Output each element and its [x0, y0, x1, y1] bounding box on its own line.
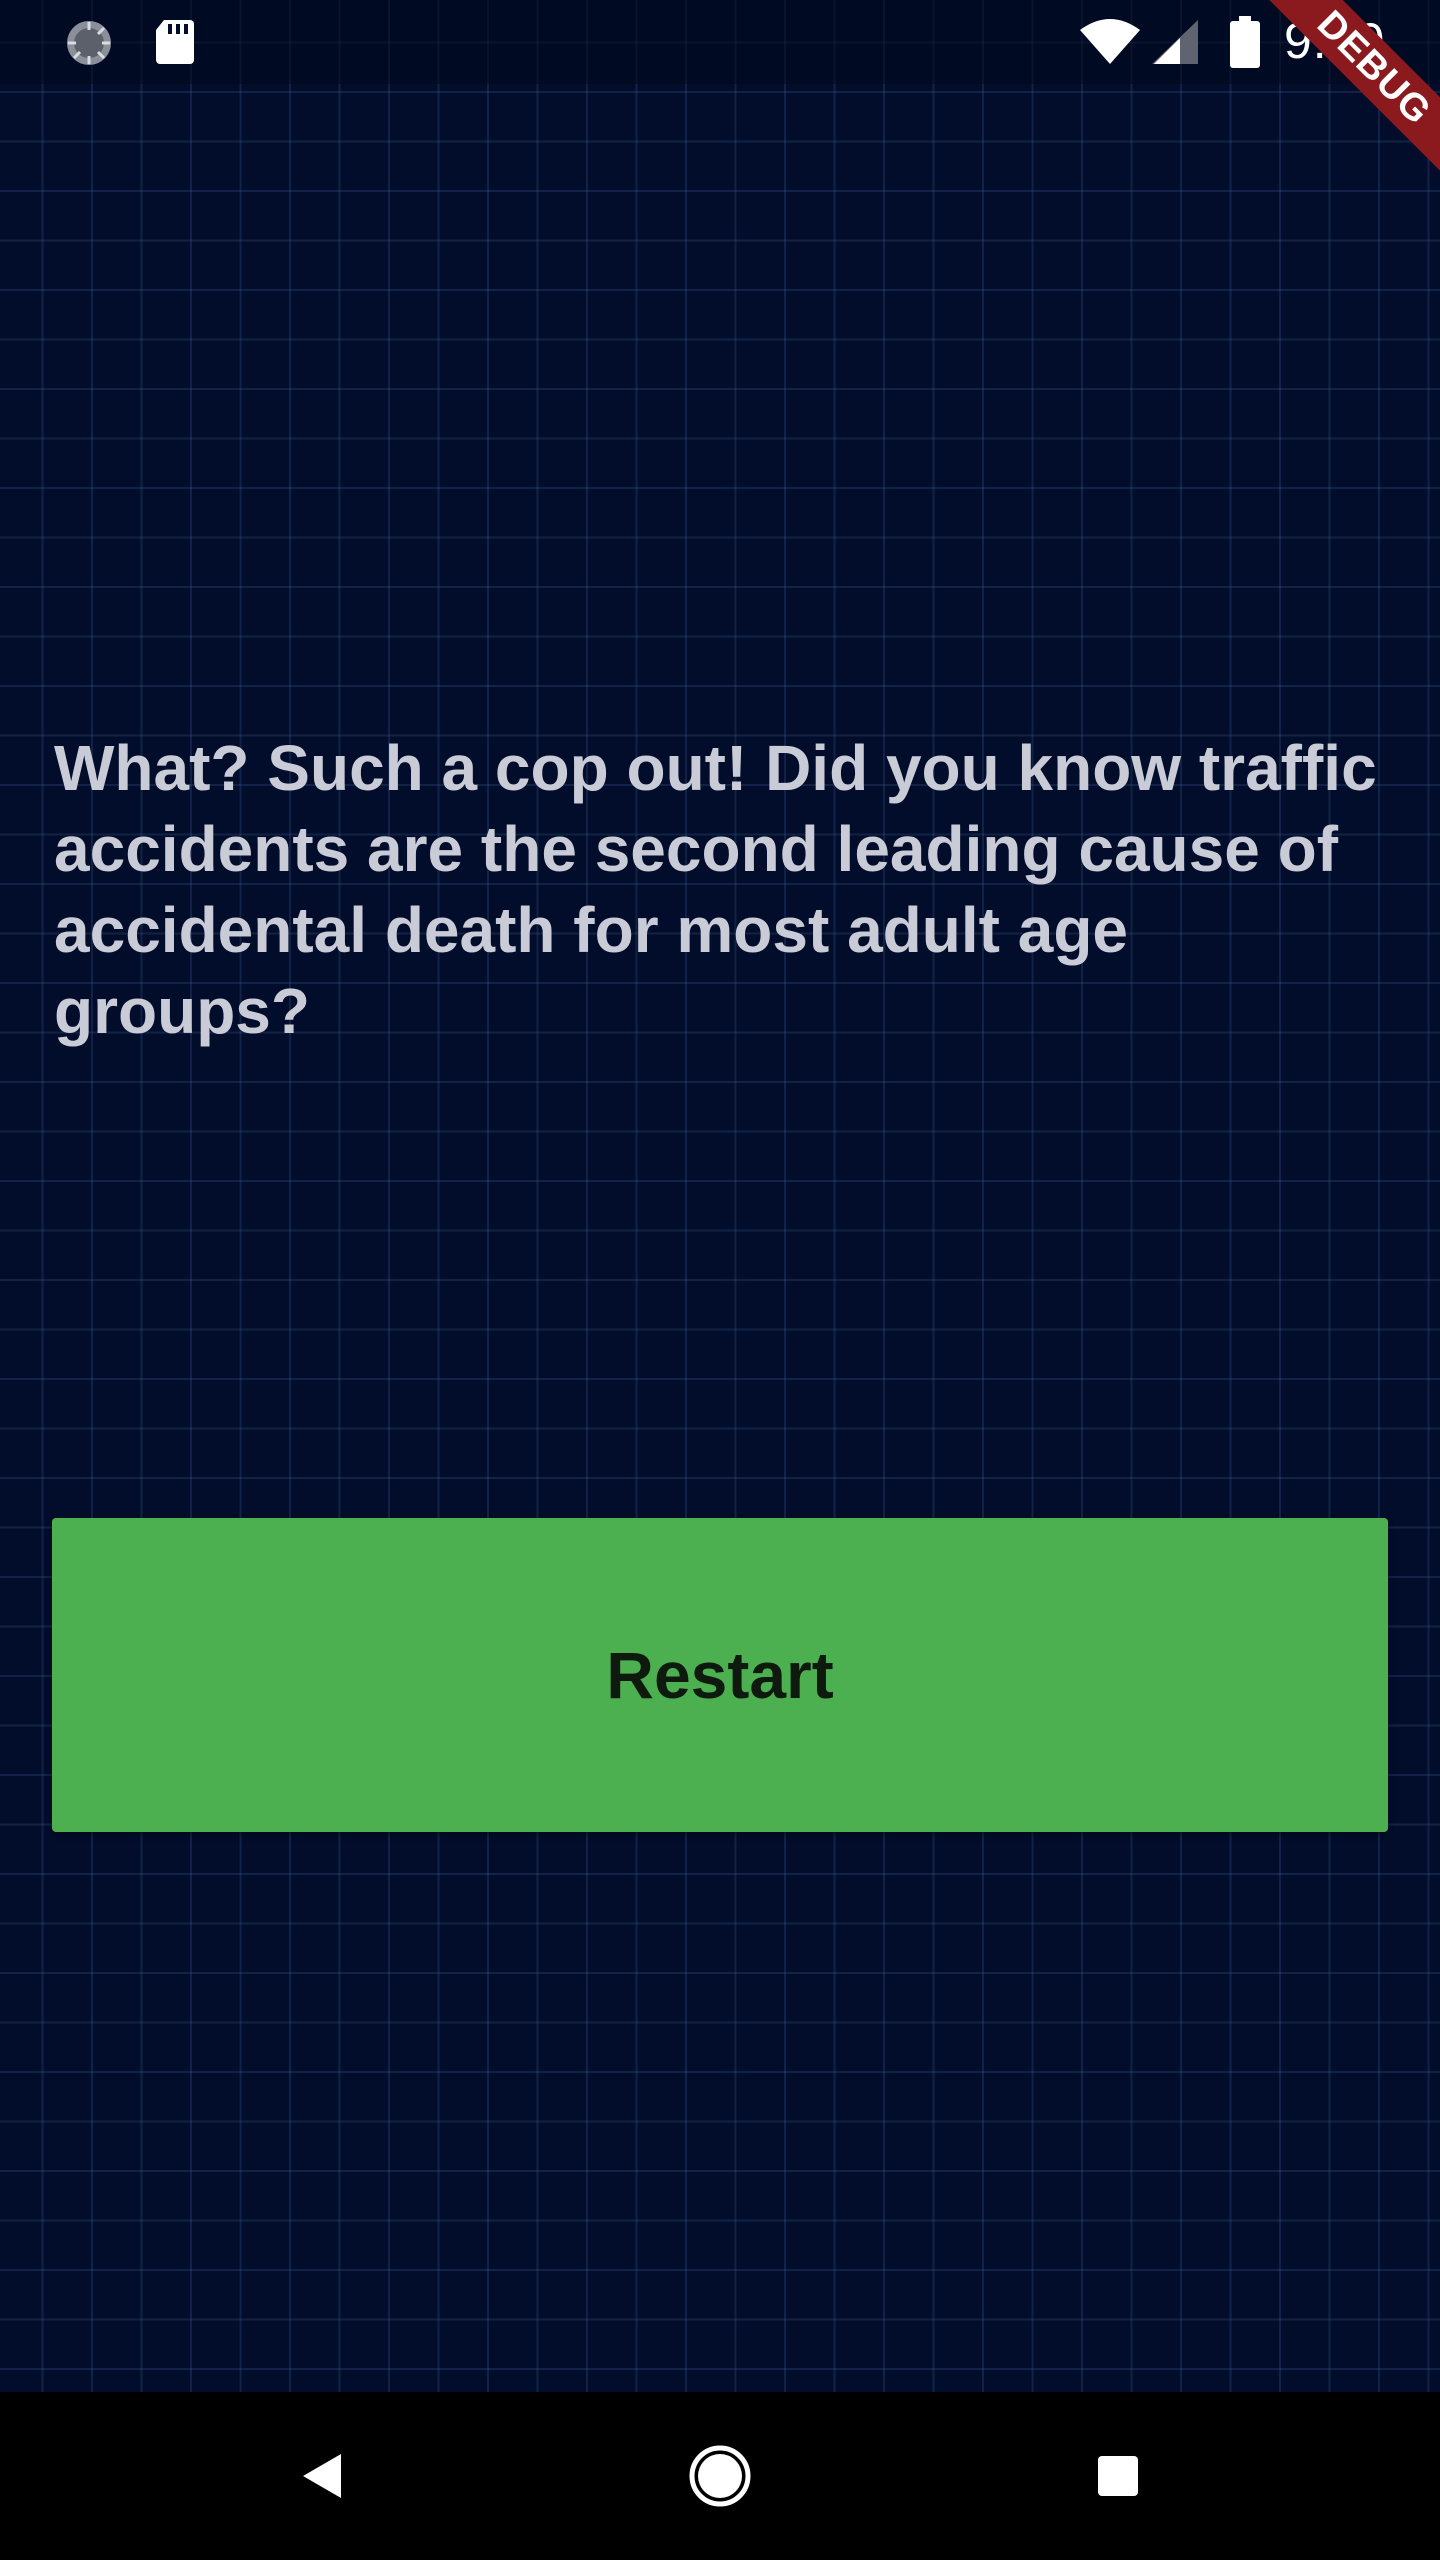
status-bar: 9:10: [0, 0, 1440, 84]
sd-card-icon: [154, 18, 196, 66]
app-screen: 9:10 DEBUG What? Such a cop out! Did you…: [0, 0, 1440, 2560]
battery-icon: [1230, 16, 1260, 68]
story-message: What? Such a cop out! Did you know traff…: [54, 732, 1377, 1047]
loading-icon: [64, 18, 114, 68]
recents-icon[interactable]: [1078, 2436, 1158, 2516]
restart-button[interactable]: Restart: [52, 1518, 1388, 1832]
back-icon[interactable]: [282, 2436, 362, 2516]
wifi-icon: [1078, 18, 1142, 66]
cell-signal-icon: [1150, 18, 1200, 66]
navigation-bar: [0, 2392, 1440, 2560]
home-icon[interactable]: [680, 2436, 760, 2516]
status-time: 9:10: [1284, 13, 1386, 69]
